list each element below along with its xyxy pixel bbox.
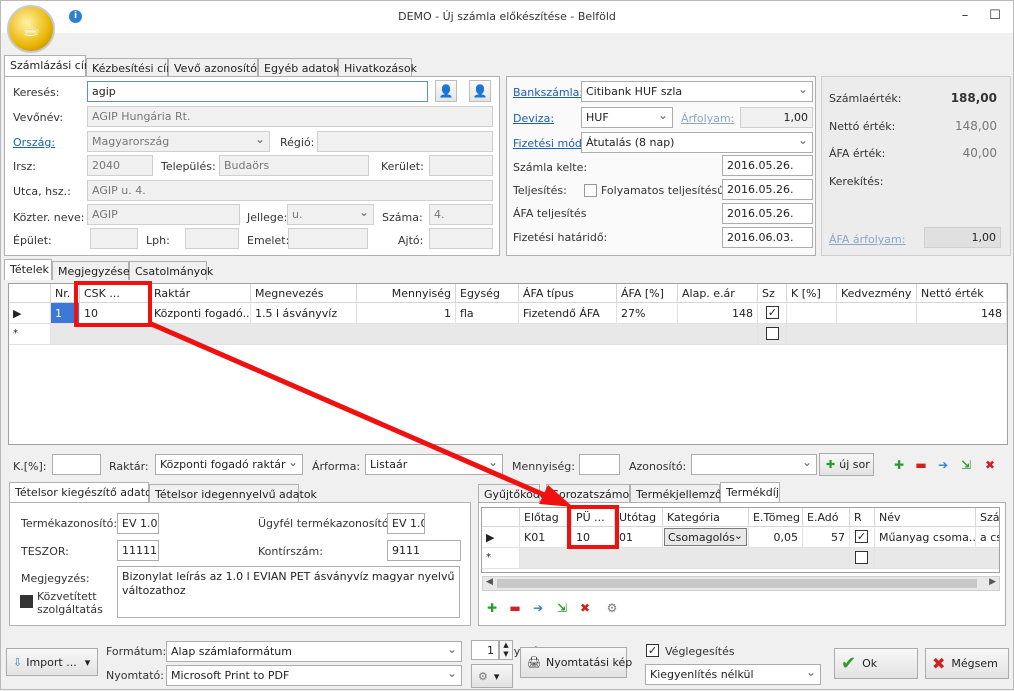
main-window: DEMO - Új számla előkészítése - Belföld … (0, 0, 1014, 690)
arrow-line (148, 320, 550, 500)
annotation-arrow (148, 320, 573, 507)
arrow-head-icon (539, 485, 573, 507)
